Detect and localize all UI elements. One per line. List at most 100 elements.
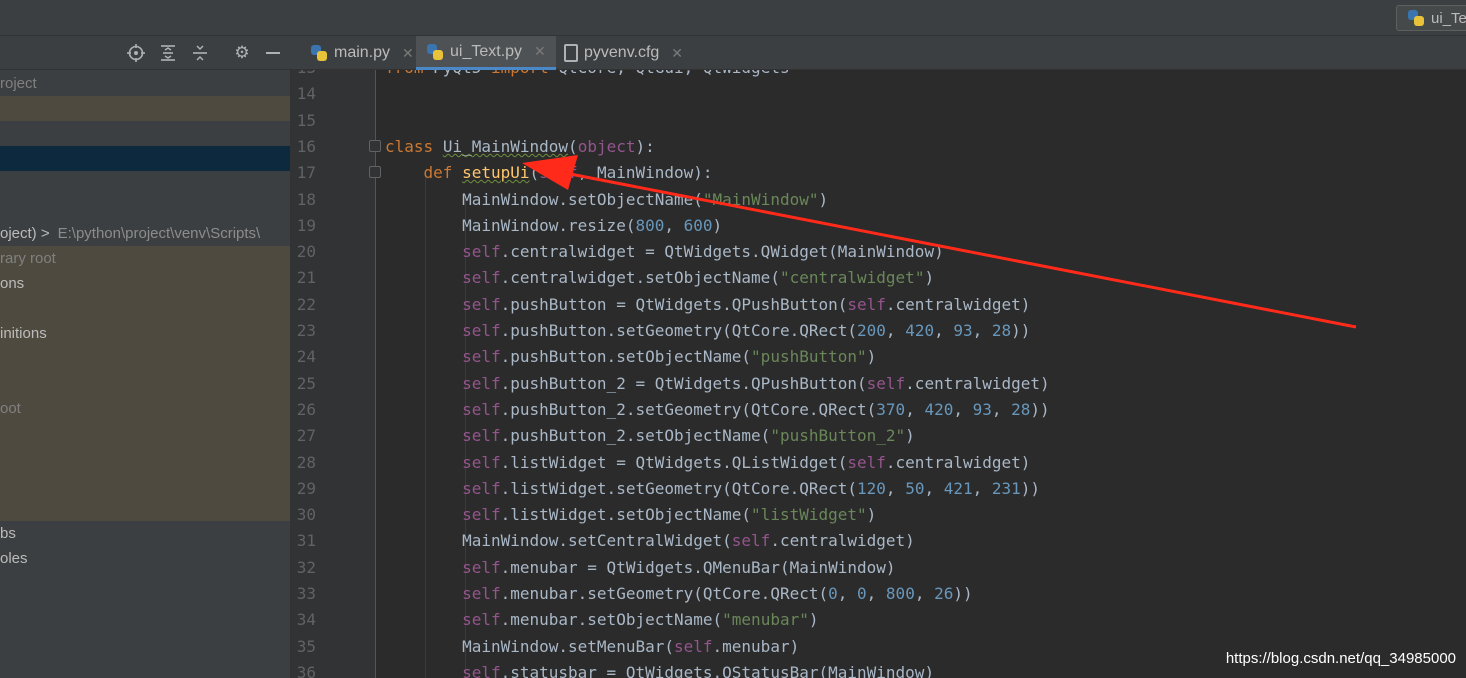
close-icon[interactable]: ✕ (671, 45, 683, 62)
tree-item-label: rary root (0, 250, 56, 267)
code-text: self.pushButton_2.setGeometry(QtCore.QRe… (462, 399, 1050, 419)
tree-item[interactable] (0, 296, 290, 321)
line-number: 19 (296, 215, 316, 235)
line-number: 23 (296, 321, 316, 340)
expand-all-icon[interactable] (157, 42, 179, 64)
tree-item[interactable] (0, 171, 290, 196)
code-line: 21 self.centralwidget.setObjectName("cen… (290, 265, 1466, 291)
code-line: 18 MainWindow.setObjectName("MainWindow"… (290, 187, 1466, 213)
code-line: 23 self.pushButton.setGeometry(QtCore.QR… (290, 318, 1466, 344)
gear-icon[interactable]: ⚙ (231, 42, 253, 64)
line-number: 30 (296, 505, 316, 525)
code-text: self.pushButton_2.setObjectName("pushBut… (462, 426, 915, 446)
code-text: from PyQt5 import QtCore, QtGui, QtWidge… (385, 70, 790, 81)
code-line: 15 (290, 108, 1466, 134)
code-text: MainWindow.setCentralWidget(self.central… (385, 531, 915, 551)
fold-marker-icon[interactable] (369, 139, 381, 152)
code-text: self.listWidget.setObjectName("listWidge… (462, 505, 877, 525)
tree-item[interactable] (0, 196, 290, 221)
tab-label: ui_Text.py (450, 42, 523, 60)
fold-marker-icon[interactable] (369, 166, 381, 179)
code-text: MainWindow.resize(800, 600) (385, 215, 723, 235)
code-text: self.pushButton.setGeometry(QtCore.QRect… (462, 321, 1031, 340)
line-number: 27 (296, 426, 316, 446)
project-tool-window: ⚙ roject oject) > E:\python\project\venv\S… (0, 36, 290, 678)
tab-main-py[interactable]: main.py ✕ (300, 36, 424, 70)
code-editor[interactable]: 13 from PyQt5 import QtCore, QtGui, QtWid… (290, 70, 1466, 678)
tree-item[interactable]: oles (0, 546, 290, 571)
close-icon[interactable]: ✕ (534, 43, 546, 60)
tab-pyvenv-cfg[interactable]: pyvenv.cfg ✕ (554, 36, 693, 70)
project-panel-toolbar: ⚙ (0, 36, 290, 70)
line-number: 14 (296, 84, 316, 104)
python-icon (1407, 9, 1425, 27)
code-text: def setupUi(self, MainWindow): (423, 163, 713, 183)
tree-item[interactable] (0, 121, 290, 146)
code-line: 13 from PyQt5 import QtCore, QtGui, QtWid… (290, 70, 1466, 81)
code-text: self.centralwidget.setObjectName("centra… (462, 268, 935, 288)
tree-item[interactable] (0, 371, 290, 396)
code-line: 20 self.centralwidget = QtWidgets.QWidge… (290, 239, 1466, 265)
tree-item-label: oles (0, 550, 28, 567)
config-file-icon (564, 44, 578, 62)
tab-ui-text-py[interactable]: ui_Text.py ✕ (416, 36, 556, 70)
code-line: 25 self.pushButton_2 = QtWidgets.QPushBu… (290, 371, 1466, 397)
tree-item[interactable] (0, 471, 290, 496)
run-configuration-selector[interactable]: ui_Te (1396, 5, 1466, 31)
code-text: self.listWidget = QtWidgets.QListWidget(… (462, 452, 1031, 472)
close-icon[interactable]: ✕ (402, 45, 414, 62)
line-number: 29 (296, 478, 316, 498)
tree-item[interactable] (0, 446, 290, 471)
line-number: 13 (290, 70, 316, 81)
tree-item[interactable]: initions (0, 321, 290, 346)
tree-item-label: ons (0, 275, 25, 292)
tree-item[interactable] (0, 96, 290, 121)
line-number: 34 (296, 610, 316, 630)
tree-item[interactable]: roject (0, 71, 290, 96)
tree-item-path: E:\python\project\venv\Scripts\ (57, 225, 261, 242)
tree-item[interactable] (0, 421, 290, 446)
minimize-icon[interactable] (262, 42, 284, 64)
locate-icon[interactable] (125, 42, 147, 64)
code-text: class Ui_MainWindow(object): (385, 136, 655, 156)
line-number: 36 (296, 662, 316, 678)
code-line: 19 MainWindow.resize(800, 600) (290, 213, 1466, 239)
line-number: 17 (296, 163, 316, 183)
line-number: 22 (296, 294, 316, 314)
tree-item[interactable]: oject) > E:\python\project\venv\Scripts\ (0, 221, 290, 246)
tab-label: pyvenv.cfg (584, 44, 660, 61)
line-number: 21 (296, 268, 316, 288)
tree-item[interactable] (0, 346, 290, 371)
tree-item[interactable] (0, 146, 290, 171)
line-number: 26 (296, 399, 316, 419)
tree-item-label: bs (0, 525, 16, 542)
line-number: 15 (296, 110, 316, 130)
code-text: self.menubar.setObjectName("menubar") (462, 610, 819, 630)
code-line: 32 self.menubar = QtWidgets.QMenuBar(Mai… (290, 555, 1466, 581)
run-configuration-label: ui_Te (1431, 9, 1466, 27)
code-text: MainWindow.setObjectName("MainWindow") (385, 189, 829, 209)
collapse-all-icon[interactable] (189, 42, 211, 64)
tree-item[interactable]: ons (0, 271, 290, 296)
watermark-text: https://blog.csdn.net/qq_34985000 (1225, 650, 1456, 667)
code-line: 31 MainWindow.setCentralWidget(self.cent… (290, 528, 1466, 554)
line-number: 35 (296, 636, 316, 656)
tree-item[interactable]: bs (0, 521, 290, 546)
line-number: 16 (296, 136, 316, 156)
tree-item[interactable]: oot (0, 396, 290, 421)
top-toolbar: ui_Te (0, 0, 1466, 36)
code-line: 34 self.menubar.setObjectName("menubar") (290, 607, 1466, 633)
code-text: self.menubar = QtWidgets.QMenuBar(MainWi… (462, 557, 896, 577)
tree-item[interactable] (0, 496, 290, 521)
editor-tab-bar: main.py ✕ ui_Text.py ✕ pyvenv.cfg ✕ (290, 36, 1466, 70)
code-text: self.pushButton = QtWidgets.QPushButton(… (462, 294, 1031, 314)
code-text: self.pushButton_2 = QtWidgets.QPushButto… (462, 373, 1050, 393)
code-text: MainWindow.setMenuBar(self.menubar) (385, 636, 800, 656)
line-number: 31 (296, 531, 316, 551)
line-number: 20 (296, 242, 316, 262)
tree-item-label: oject) > (0, 225, 50, 242)
tab-label: main.py (334, 44, 391, 61)
code-line: 16 class Ui_MainWindow(object): (290, 134, 1466, 160)
code-line: 27 self.pushButton_2.setObjectName("push… (290, 423, 1466, 449)
tree-item[interactable]: rary root (0, 246, 290, 271)
